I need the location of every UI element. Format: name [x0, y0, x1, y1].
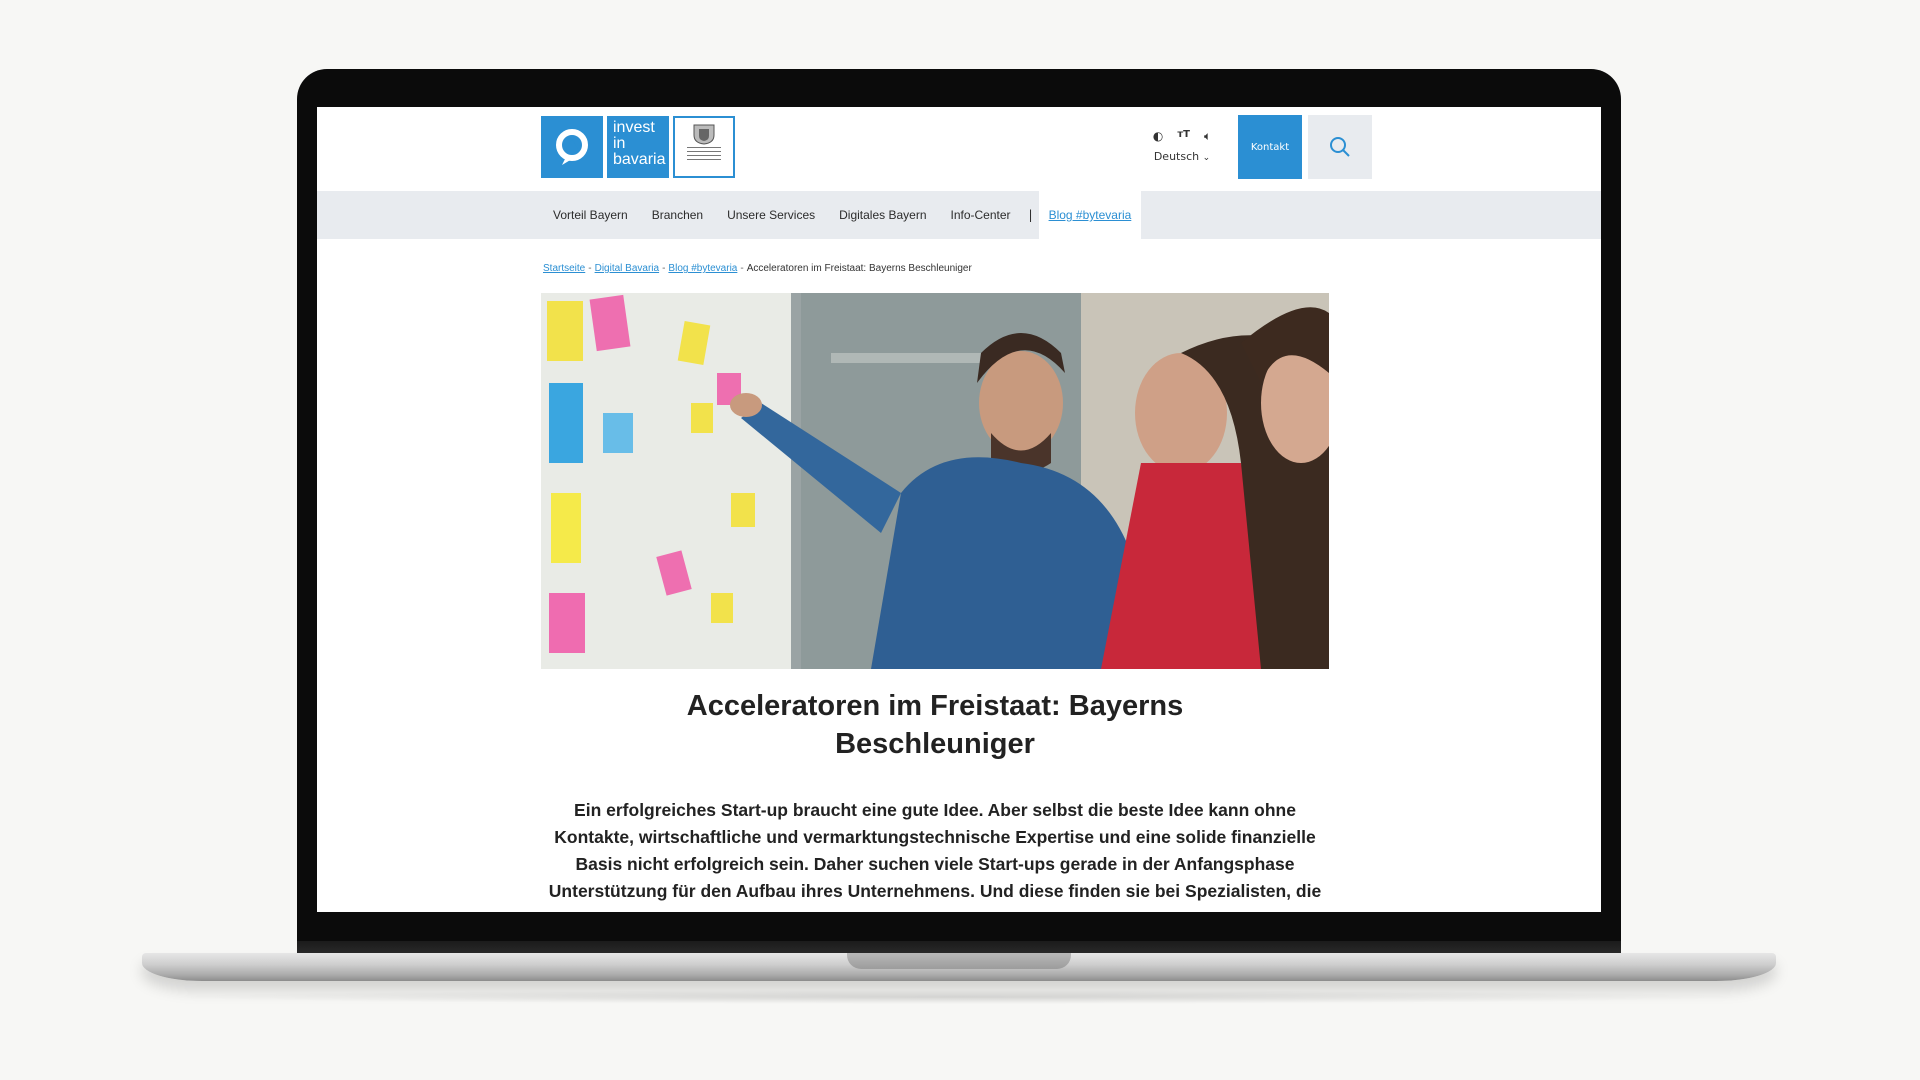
accessibility-tools: ◐ тT 🔈︎ Deutsch ⌄ — [1150, 129, 1214, 163]
breadcrumb-current: Acceleratoren im Freistaat: Bayerns Besc… — [746, 263, 972, 274]
ministry-text-line — [687, 150, 721, 152]
language-label: Deutsch — [1153, 150, 1200, 163]
breadcrumb-separator: - — [740, 263, 744, 274]
laptop-opening-notch — [847, 953, 1071, 969]
hero-image — [541, 293, 1329, 669]
breadcrumb-separator: - — [588, 263, 592, 274]
logo-line: invest — [613, 119, 655, 136]
language-select[interactable]: Deutsch ⌄ — [1150, 150, 1214, 163]
ministry-text-line — [687, 146, 721, 148]
site-header: invest in bavaria ◐ тT 🔈︎ Deutsch ⌄ Kont… — [317, 107, 1601, 191]
contrast-icon[interactable]: ◐ — [1153, 129, 1163, 144]
search-button[interactable] — [1308, 115, 1372, 179]
logo-line: in — [613, 135, 626, 152]
ministry-text-line — [687, 158, 721, 160]
nav-item-blog-bytevaria[interactable]: Blog #bytevaria — [1038, 191, 1142, 239]
article-title-line: Beschleuniger — [835, 728, 1035, 760]
invest-in-bavaria-logo-icon — [541, 116, 603, 178]
contact-button[interactable]: Kontakt — [1238, 115, 1302, 179]
logo-line: bavaria — [613, 151, 666, 168]
article-lead-paragraph: Ein erfolgreiches Start-up braucht eine … — [548, 800, 1322, 901]
nav-item-digitales-bayern[interactable]: Digitales Bayern — [827, 208, 938, 222]
browser-viewport: invest in bavaria ◐ тT 🔈︎ Deutsch ⌄ Kont… — [317, 107, 1601, 912]
audio-icon[interactable]: 🔈︎ — [1204, 129, 1211, 144]
main-navigation: Vorteil Bayern Branchen Unsere Services … — [317, 191, 1601, 239]
search-icon — [1330, 137, 1350, 157]
hero-photo-illustration — [541, 293, 1329, 669]
site-logo[interactable]: invest in bavaria — [541, 116, 735, 178]
ministry-coat-of-arms-logo — [673, 116, 735, 178]
breadcrumb-link-digital-bavaria[interactable]: Digital Bavaria — [595, 263, 659, 274]
article-title: Acceleratoren im Freistaat: Bayerns Besc… — [541, 687, 1329, 763]
nav-separator: | — [1028, 208, 1033, 222]
coat-of-arms-icon — [693, 124, 715, 145]
article-title-line: Acceleratoren im Freistaat: Bayerns — [686, 690, 1184, 722]
breadcrumb-link-startseite[interactable]: Startseite — [543, 263, 585, 274]
nav-item-vorteil-bayern[interactable]: Vorteil Bayern — [541, 208, 640, 222]
chevron-down-icon: ⌄ — [1202, 153, 1211, 163]
ministry-text-line — [687, 154, 721, 156]
laptop-shadow — [160, 990, 1760, 1004]
nav-item-branchen[interactable]: Branchen — [640, 208, 715, 222]
breadcrumb: Startseite - Digital Bavaria - Blog #bytevar… — [543, 263, 972, 274]
text-size-icon[interactable]: тT — [1177, 129, 1190, 144]
laptop-base — [142, 953, 1776, 981]
nav-item-info-center[interactable]: Info-Center — [939, 208, 1023, 222]
nav-item-unsere-services[interactable]: Unsere Services — [715, 208, 827, 222]
breadcrumb-link-blog[interactable]: Blog #bytevaria — [668, 263, 737, 274]
logo-wordmark: invest in bavaria — [607, 116, 669, 178]
laptop-lid: invest in bavaria ◐ тT 🔈︎ Deutsch ⌄ Kont… — [297, 69, 1621, 955]
